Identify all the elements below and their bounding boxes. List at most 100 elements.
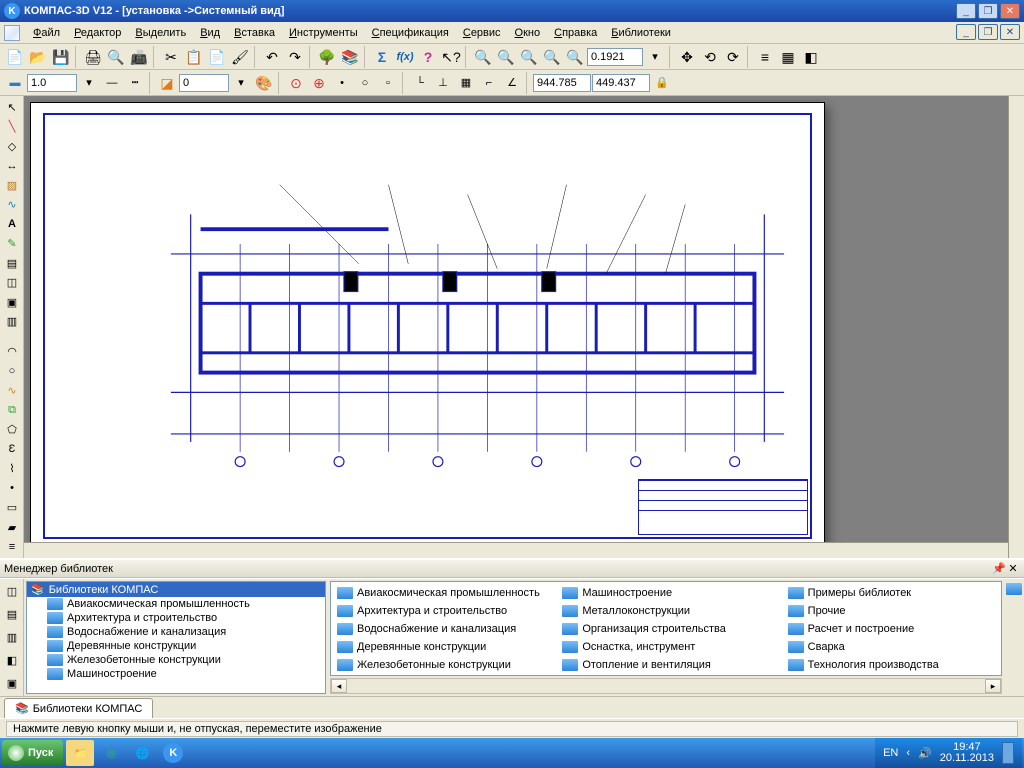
library-hscroll[interactable]: ◂ ▸ bbox=[330, 678, 1002, 694]
snap1-button[interactable]: ⊙ bbox=[285, 72, 307, 94]
list-item[interactable]: Примеры библиотек bbox=[784, 584, 999, 602]
snap2-button[interactable]: ⊕ bbox=[308, 72, 330, 94]
edit-tool[interactable]: ✎ bbox=[1, 234, 23, 252]
hatch-tool[interactable]: ▨ bbox=[1, 176, 23, 194]
linewidth-dropdown[interactable]: ▾ bbox=[78, 72, 100, 94]
minimize-button[interactable]: _ bbox=[956, 3, 976, 19]
clock[interactable]: 19:47 20.11.2013 bbox=[940, 742, 994, 764]
spline-tool[interactable]: ⌇ bbox=[1, 460, 23, 478]
list-item[interactable]: Машиностроение bbox=[558, 584, 773, 602]
new-button[interactable]: 📄 bbox=[4, 46, 26, 68]
cut-button[interactable]: ✂ bbox=[160, 46, 182, 68]
preview-button[interactable]: 🔍 bbox=[105, 46, 127, 68]
start-button[interactable]: Пуск bbox=[2, 740, 63, 766]
layers-button[interactable]: ≡ bbox=[754, 46, 776, 68]
dim-tool[interactable]: ↔ bbox=[1, 156, 23, 174]
line-width-input[interactable] bbox=[27, 74, 77, 92]
cursor-tool[interactable]: ↖ bbox=[1, 98, 23, 116]
copy-button[interactable]: 📋 bbox=[183, 46, 205, 68]
vertical-scrollbar[interactable] bbox=[1008, 96, 1024, 558]
libmgr-button[interactable]: 📚 bbox=[339, 46, 361, 68]
print-button[interactable]: 🖨 bbox=[82, 46, 104, 68]
rect-tool[interactable]: ▭ bbox=[1, 499, 23, 517]
grid-button[interactable]: ▦ bbox=[455, 72, 477, 94]
paste-button[interactable]: 📄 bbox=[206, 46, 228, 68]
library-tree[interactable]: 📚 Библиотеки КОМПАС Авиакосмическая пром… bbox=[26, 581, 326, 694]
model-button[interactable]: ◧ bbox=[800, 46, 822, 68]
list-item[interactable]: Авиакосмическая промышленность bbox=[333, 584, 548, 602]
help-button[interactable]: ? bbox=[417, 46, 439, 68]
menu-service[interactable]: Сервис bbox=[456, 25, 508, 41]
local-button[interactable]: ⌐ bbox=[478, 72, 500, 94]
measure-tool[interactable]: ◫ bbox=[1, 273, 23, 291]
layer-color-button[interactable]: ◪ bbox=[156, 72, 178, 94]
language-indicator[interactable]: EN bbox=[883, 747, 898, 759]
volume-icon[interactable]: 🔊 bbox=[918, 747, 932, 760]
snap3-button[interactable]: • bbox=[331, 72, 353, 94]
help-arrow-button[interactable]: ↖? bbox=[440, 46, 462, 68]
list-item[interactable]: Оснастка, инструмент bbox=[558, 638, 773, 656]
style-button[interactable]: ▬ bbox=[4, 72, 26, 94]
lib-btn-2[interactable]: ▤ bbox=[1, 604, 23, 626]
curve-tool[interactable]: ∿ bbox=[1, 382, 23, 400]
tree-item[interactable]: Водоснабжение и канализация bbox=[27, 625, 325, 639]
close-button[interactable]: ✕ bbox=[1000, 3, 1020, 19]
list-item[interactable]: Водоснабжение и канализация bbox=[333, 620, 548, 638]
offset-input[interactable] bbox=[179, 74, 229, 92]
list-item[interactable]: Деревянные конструкции bbox=[333, 638, 548, 656]
param-tool[interactable]: ▤ bbox=[1, 254, 23, 272]
menu-window[interactable]: Окно bbox=[508, 25, 548, 41]
zoom-in-button[interactable]: 🔍 bbox=[541, 46, 563, 68]
save-button[interactable]: 💾 bbox=[50, 46, 72, 68]
colors-button[interactable]: 🎨 bbox=[253, 72, 275, 94]
list-item[interactable]: Металлоконструкции bbox=[558, 602, 773, 620]
pin-button[interactable]: 📌 bbox=[992, 562, 1006, 576]
snap5-button[interactable]: ▫ bbox=[377, 72, 399, 94]
coord-x-input[interactable] bbox=[533, 74, 591, 92]
restore-button[interactable]: ❐ bbox=[978, 3, 998, 19]
fill-tool[interactable]: ▰ bbox=[1, 518, 23, 536]
spec-tool[interactable]: ▥ bbox=[1, 312, 23, 330]
tray-chevron-icon[interactable]: ‹ bbox=[906, 747, 910, 759]
tree-item[interactable]: Авиакосмическая промышленность bbox=[27, 597, 325, 611]
lib-btn-1[interactable]: ◫ bbox=[1, 581, 23, 603]
library-list[interactable]: Авиакосмическая промышленность Машиностр… bbox=[330, 581, 1002, 676]
list-item[interactable]: Организация строительства bbox=[558, 620, 773, 638]
horizontal-scrollbar[interactable] bbox=[24, 542, 1008, 558]
link-tool[interactable]: ⧉ bbox=[1, 401, 23, 419]
menu-editor[interactable]: Редактор bbox=[67, 25, 128, 41]
panel-close-button[interactable]: ✕ bbox=[1006, 562, 1020, 576]
dir-button[interactable]: ∠ bbox=[501, 72, 523, 94]
linetype-button[interactable]: — bbox=[101, 72, 123, 94]
open-button[interactable]: 📂 bbox=[27, 46, 49, 68]
refresh-button[interactable]: ⟳ bbox=[722, 46, 744, 68]
coord-lock-button[interactable]: 🔒 bbox=[651, 72, 673, 94]
line-tool[interactable]: ╲ bbox=[1, 117, 23, 135]
lib-btn-5[interactable]: ▣ bbox=[1, 672, 23, 694]
list-item[interactable]: Расчет и построение bbox=[784, 620, 999, 638]
menu-insert[interactable]: Вставка bbox=[227, 25, 282, 41]
menu-libraries[interactable]: Библиотеки bbox=[604, 25, 678, 41]
zoom-fit-button[interactable]: 🔍 bbox=[472, 46, 494, 68]
fx-button[interactable]: f(x) bbox=[394, 46, 416, 68]
zoom-window-button[interactable]: 🔍 bbox=[495, 46, 517, 68]
ortho-button[interactable]: ⊥ bbox=[432, 72, 454, 94]
scroll-right-button[interactable]: ▸ bbox=[985, 679, 1001, 693]
print2-button[interactable]: 📠 bbox=[128, 46, 150, 68]
tree-button[interactable]: 🌳 bbox=[316, 46, 338, 68]
show-desktop-button[interactable] bbox=[1002, 742, 1014, 764]
coord-y-input[interactable] bbox=[592, 74, 650, 92]
arc-tool[interactable]: ◠ bbox=[1, 343, 23, 361]
taskbar-explorer[interactable]: 📁 bbox=[66, 740, 94, 766]
view-button[interactable]: ▦ bbox=[777, 46, 799, 68]
brush-button[interactable]: 🖌 bbox=[229, 46, 251, 68]
menu-select[interactable]: Выделить bbox=[128, 25, 193, 41]
rotate-button[interactable]: ⟲ bbox=[699, 46, 721, 68]
char-tool[interactable]: A bbox=[1, 215, 23, 233]
pan-button[interactable]: ✥ bbox=[676, 46, 698, 68]
list-item[interactable]: Прочие bbox=[784, 602, 999, 620]
tree-item[interactable]: Машиностроение bbox=[27, 667, 325, 681]
menu-spec[interactable]: Спецификация bbox=[365, 25, 456, 41]
lib-btn-3[interactable]: ▥ bbox=[1, 627, 23, 649]
list-item[interactable]: Технология производства bbox=[784, 656, 999, 674]
